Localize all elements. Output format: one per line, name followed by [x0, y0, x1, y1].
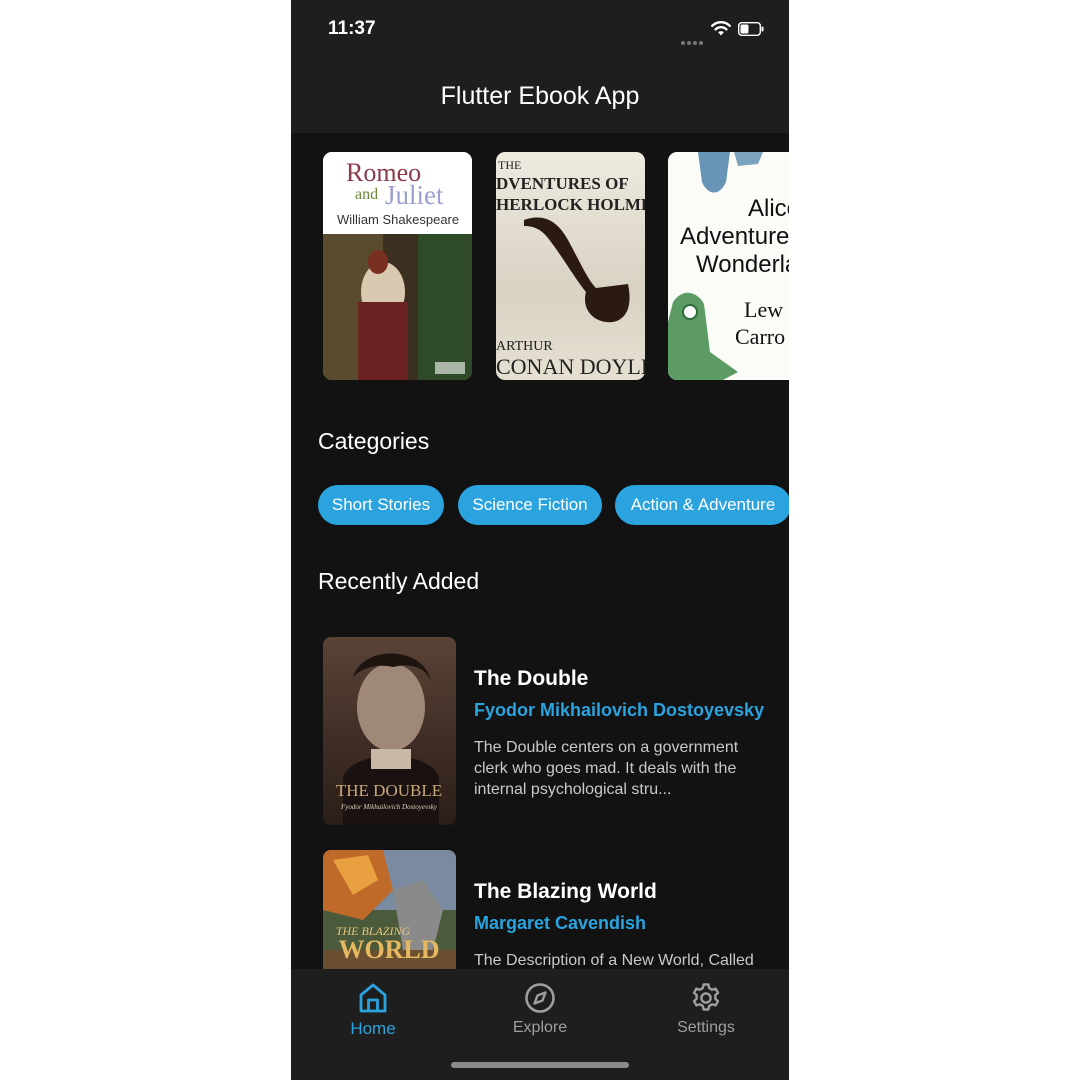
cover-title-juliet: Juliet: [385, 180, 444, 210]
cover-title-line3: Wonderlan: [696, 251, 789, 278]
gear-icon: [692, 983, 720, 1011]
category-chip-science-fiction[interactable]: Science Fiction: [458, 485, 602, 525]
cover-title-line2: WORLD: [338, 935, 439, 964]
recently-added-heading: Recently Added: [318, 568, 480, 594]
phone-screen: 11:37 Flutter Ebook App Romeo and Juliet…: [291, 0, 789, 1080]
category-chip-short-stories[interactable]: Short Stories: [318, 485, 444, 525]
cover-author: William Shakespeare: [337, 212, 459, 227]
status-time: 11:37: [328, 18, 376, 39]
cellular-signal-icon: [681, 26, 707, 45]
book-cover-the-double[interactable]: THE DOUBLE Fyodor Mikhailovich Dostoyevs…: [323, 637, 456, 825]
alice-cover-art: Alice Adventures Wonderlan Lew Carro: [668, 152, 789, 380]
app-title: Flutter Ebook App: [440, 82, 640, 110]
cover-title-line1: Alice: [748, 195, 789, 222]
cover-title-line1: DVENTURES OF: [496, 174, 629, 193]
nav-item-settings[interactable]: Settings: [646, 981, 766, 1037]
category-chips: Short Stories Science Fiction Action & A…: [318, 485, 789, 525]
book-title: The Double: [474, 667, 589, 690]
cover-author-line2: CONAN DOYLE: [496, 354, 645, 379]
cover-title-line2: HERLOCK HOLME: [496, 195, 645, 214]
categories-heading: Categories: [318, 428, 430, 454]
nav-label-settings: Settings: [677, 1019, 735, 1036]
book-author: Fyodor Mikhailovich Dostoyevsky: [474, 700, 765, 720]
battery-icon: [738, 22, 764, 36]
book-description: The Double centers on a government clerk…: [474, 739, 739, 798]
bottom-navigation-bar: Home Explore Settings: [291, 969, 789, 1080]
romeo-and-juliet-cover-art: Romeo and Juliet William Shakespeare: [323, 152, 472, 380]
cover-the: THE: [498, 158, 521, 172]
category-chip-action-adventure[interactable]: Action & Adventure: [615, 485, 789, 525]
nav-label-explore: Explore: [512, 1019, 568, 1036]
book-author: Margaret Cavendish: [474, 913, 647, 933]
status-bar: 11:37: [291, 0, 789, 62]
cover-author: Fyodor Mikhailovich Dostoyevsky: [340, 803, 438, 811]
compass-icon: [525, 983, 555, 1013]
book-description: The Description of a New World, Called: [474, 952, 754, 969]
featured-book-sherlock-holmes[interactable]: THE DVENTURES OF HERLOCK HOLME ARTHUR CO…: [496, 152, 645, 380]
cover-author-line1: ARTHUR: [496, 339, 553, 354]
nav-item-home[interactable]: Home: [313, 981, 433, 1039]
featured-books-carousel[interactable]: Romeo and Juliet William Shakespeare THE…: [323, 152, 789, 380]
cover-title-line2: Adventures: [680, 223, 789, 250]
book-list-item[interactable]: THE DOUBLE Fyodor Mikhailovich Dostoyevs…: [323, 637, 783, 827]
nav-label-home: Home: [350, 1019, 396, 1038]
featured-book-romeo-and-juliet[interactable]: Romeo and Juliet William Shakespeare: [323, 152, 472, 380]
featured-book-alice[interactable]: Alice Adventures Wonderlan Lew Carro: [668, 152, 789, 380]
sherlock-holmes-cover-art: THE DVENTURES OF HERLOCK HOLME ARTHUR CO…: [496, 158, 645, 379]
wifi-icon: [711, 21, 731, 36]
the-double-cover-art: THE DOUBLE Fyodor Mikhailovich Dostoyevs…: [323, 637, 456, 825]
app-bar: Flutter Ebook App: [291, 62, 789, 133]
book-title: The Blazing World: [474, 880, 657, 903]
cover-title: THE DOUBLE: [336, 781, 442, 800]
cover-author-line1: Lew: [744, 297, 783, 322]
home-icon: [359, 983, 387, 1013]
cover-author-line2: Carro: [735, 324, 785, 349]
home-indicator[interactable]: [451, 1062, 629, 1068]
nav-item-explore[interactable]: Explore: [480, 981, 600, 1037]
cover-title-and: and: [355, 186, 378, 203]
